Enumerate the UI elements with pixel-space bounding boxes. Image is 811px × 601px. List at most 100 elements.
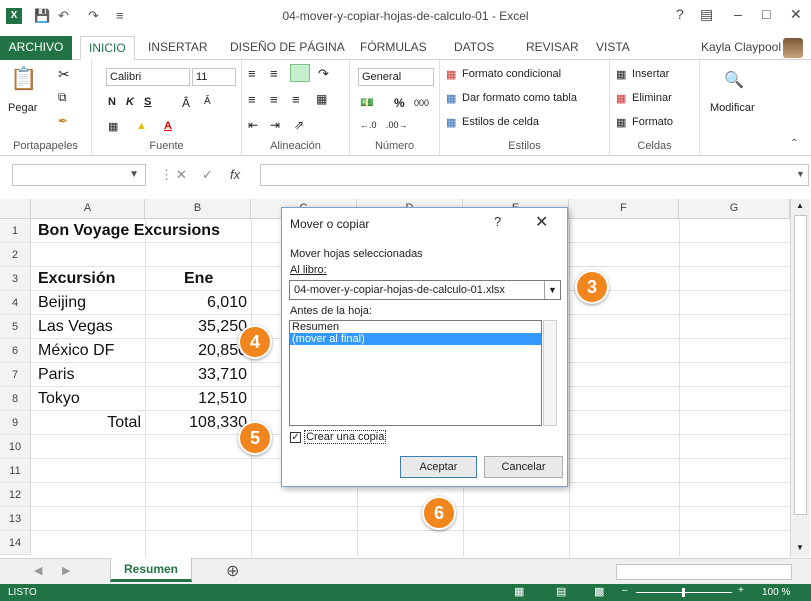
format-as-table-button[interactable]: Dar formato como tabla: [462, 92, 577, 104]
align-middle-icon[interactable]: ≡: [270, 66, 278, 81]
sheet-tab-resumen[interactable]: Resumen: [110, 558, 192, 582]
name-box[interactable]: ▼: [12, 164, 146, 186]
cell-a3[interactable]: Excursión: [38, 267, 115, 291]
row-header[interactable]: 10: [0, 435, 31, 459]
tab-inicio[interactable]: INICIO: [80, 36, 135, 61]
prev-sheet-icon[interactable]: ◀: [34, 564, 42, 577]
confirm-entry-icon[interactable]: ✓: [202, 167, 213, 183]
column-header-g[interactable]: G: [679, 199, 790, 219]
cell-a4[interactable]: Beijing: [38, 291, 86, 315]
accept-button[interactable]: Aceptar: [400, 456, 477, 478]
avatar[interactable]: [783, 38, 803, 58]
insert-function-icon[interactable]: fx: [230, 167, 240, 182]
scroll-thumb[interactable]: [794, 215, 807, 515]
percent-button[interactable]: %: [394, 96, 405, 110]
list-item-selected[interactable]: (mover al final): [290, 333, 541, 345]
minimize-button[interactable]: –: [734, 6, 742, 22]
align-left-icon[interactable]: ≡: [248, 92, 256, 107]
tab-revisar[interactable]: REVISAR: [526, 40, 579, 54]
font-size-select[interactable]: 11: [192, 68, 236, 86]
checkmark-icon[interactable]: ✓: [290, 431, 301, 443]
insert-cells-button[interactable]: Insertar: [632, 68, 669, 80]
row-header[interactable]: 14: [0, 531, 31, 555]
orientation-icon[interactable]: ⇗: [294, 118, 304, 132]
currency-icon[interactable]: 💵: [360, 96, 374, 109]
list-scrollbar[interactable]: [543, 320, 557, 426]
zoom-slider-thumb[interactable]: [682, 588, 685, 597]
create-copy-checkbox[interactable]: ✓ Crear una copia: [290, 430, 387, 444]
tab-formulas[interactable]: FÓRMULAS: [360, 40, 427, 54]
bold-button[interactable]: N: [108, 96, 116, 108]
cell-a6[interactable]: México DF: [38, 339, 114, 363]
grow-font-button[interactable]: Â: [182, 96, 190, 110]
help-icon[interactable]: ?: [676, 6, 684, 22]
collapse-ribbon-icon[interactable]: ⌃: [790, 138, 798, 149]
shrink-font-button[interactable]: Ǎ: [204, 96, 211, 107]
cancel-button[interactable]: Cancelar: [484, 456, 563, 478]
wrap-text-icon[interactable]: ↷: [318, 66, 329, 82]
delete-cells-button[interactable]: Eliminar: [632, 92, 672, 104]
cell-a9[interactable]: Total: [31, 411, 141, 435]
number-format-select[interactable]: General: [358, 68, 434, 86]
align-right-icon[interactable]: ≡: [292, 92, 300, 107]
decrease-decimal-icon[interactable]: .00→: [386, 120, 408, 130]
page-layout-icon[interactable]: ▤: [556, 585, 566, 598]
paste-button[interactable]: Pegar: [8, 102, 37, 114]
tab-archivo[interactable]: ARCHIVO: [0, 36, 72, 60]
cell-a5[interactable]: Las Vegas: [38, 315, 113, 339]
help-icon[interactable]: ?: [494, 214, 501, 229]
row-header[interactable]: 11: [0, 459, 31, 483]
user-name[interactable]: Kayla Claypool: [701, 40, 781, 54]
comma-button[interactable]: 000: [414, 98, 429, 108]
tab-diseno-de-pagina[interactable]: DISEÑO DE PÁGINA: [230, 40, 345, 54]
cancel-entry-icon[interactable]: ✕: [176, 167, 187, 183]
maximize-button[interactable]: □: [762, 6, 770, 22]
increase-indent-icon[interactable]: ⇥: [270, 118, 280, 132]
column-header-a[interactable]: A: [31, 199, 145, 219]
row-header[interactable]: 8: [0, 387, 31, 411]
row-header[interactable]: 7: [0, 363, 31, 387]
row-header[interactable]: 9: [0, 411, 31, 435]
close-icon[interactable]: ✕: [535, 212, 548, 232]
align-top-icon[interactable]: ≡: [248, 66, 256, 81]
cut-icon[interactable]: ✂: [58, 66, 70, 83]
normal-view-icon[interactable]: ▦: [514, 585, 524, 598]
chevron-down-icon[interactable]: ▼: [544, 281, 560, 299]
cell-b9[interactable]: 108,330: [145, 411, 247, 435]
zoom-in-icon[interactable]: +: [738, 585, 744, 596]
row-header[interactable]: 4: [0, 291, 31, 315]
copy-icon[interactable]: ⧉: [58, 90, 67, 105]
row-header[interactable]: 5: [0, 315, 31, 339]
before-sheet-list[interactable]: Resumen (mover al final): [289, 320, 557, 426]
expand-formula-icon[interactable]: ▼: [796, 169, 805, 179]
cell-b7[interactable]: 33,710: [145, 363, 247, 387]
tab-datos[interactable]: DATOS: [454, 40, 494, 54]
select-all-corner[interactable]: [0, 199, 31, 219]
tab-vista[interactable]: VISTA: [596, 40, 630, 54]
column-header-b[interactable]: B: [145, 199, 251, 219]
scroll-down-icon[interactable]: ▼: [796, 543, 804, 552]
page-break-icon[interactable]: ▩: [594, 585, 604, 598]
cell-a1[interactable]: Bon Voyage Excursions: [38, 219, 220, 243]
vertical-scrollbar[interactable]: ▲ ▼: [790, 199, 810, 557]
new-sheet-icon[interactable]: ⊕: [226, 561, 239, 581]
cell-b3[interactable]: Ene: [184, 267, 213, 291]
row-header[interactable]: 13: [0, 507, 31, 531]
format-cells-button[interactable]: Formato: [632, 116, 673, 128]
borders-icon[interactable]: ▦: [108, 120, 118, 133]
create-copy-label[interactable]: Crear una copia: [304, 430, 387, 444]
scroll-up-icon[interactable]: ▲: [796, 201, 804, 210]
row-header[interactable]: 1: [0, 219, 31, 243]
formula-input[interactable]: [260, 164, 809, 186]
cell-b6[interactable]: 20,850: [145, 339, 247, 363]
fill-color-icon[interactable]: ▲: [136, 120, 147, 132]
format-painter-icon[interactable]: ✒: [58, 114, 68, 128]
modify-button[interactable]: Modificar: [710, 102, 755, 114]
increase-decimal-icon[interactable]: ←.0: [360, 120, 377, 130]
tab-insertar[interactable]: INSERTAR: [148, 40, 208, 54]
list-item[interactable]: Resumen: [290, 321, 541, 333]
italic-button[interactable]: K: [126, 96, 134, 108]
font-name-select[interactable]: Calibri: [106, 68, 190, 86]
row-header[interactable]: 3: [0, 267, 31, 291]
conditional-format-button[interactable]: Formato condicional: [462, 68, 561, 80]
